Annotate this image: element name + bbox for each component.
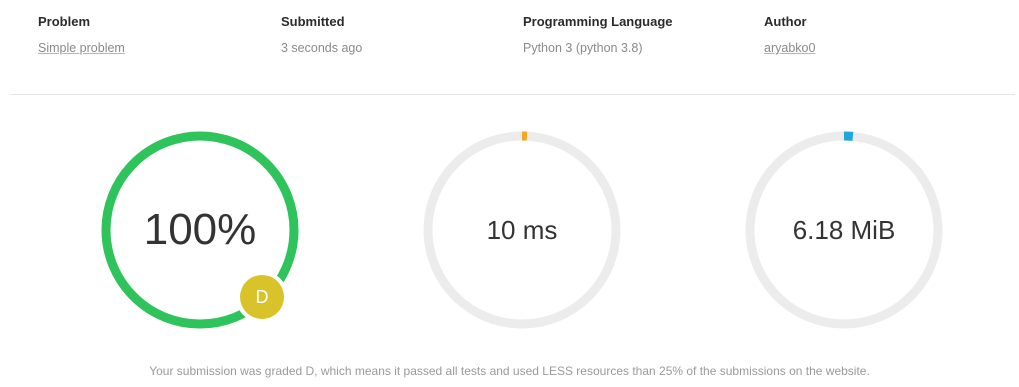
- language-value: Python 3 (python 3.8): [523, 41, 643, 55]
- score-gauge: 100% D: [100, 130, 310, 340]
- divider: [10, 94, 1015, 95]
- language-label: Programming Language: [523, 14, 673, 29]
- language-column: Programming Language Python 3 (python 3.…: [523, 14, 673, 56]
- submitted-column: Submitted 3 seconds ago: [281, 14, 362, 56]
- time-gauge: 10 ms: [422, 130, 632, 340]
- grade-badge: D: [240, 275, 284, 319]
- grade-explanation: Your submission was graded D, which mean…: [149, 364, 870, 378]
- author-label: Author: [764, 14, 807, 29]
- submission-info-row: Problem Simple problem Submitted 3 secon…: [0, 0, 1019, 96]
- time-value: 10 ms: [486, 214, 558, 245]
- author-column: Author aryabko0: [764, 14, 815, 56]
- submitted-value: 3 seconds ago: [281, 41, 363, 55]
- memory-gauge: 6.18 MiB: [744, 130, 954, 340]
- problem-link[interactable]: Simple problem: [38, 40, 125, 56]
- problem-column: Problem Simple problem: [38, 14, 125, 56]
- memory-value: 6.18 MiB: [792, 214, 896, 245]
- author-link[interactable]: aryabko0: [764, 40, 815, 56]
- submitted-label: Submitted: [281, 14, 345, 29]
- problem-label: Problem: [38, 14, 91, 29]
